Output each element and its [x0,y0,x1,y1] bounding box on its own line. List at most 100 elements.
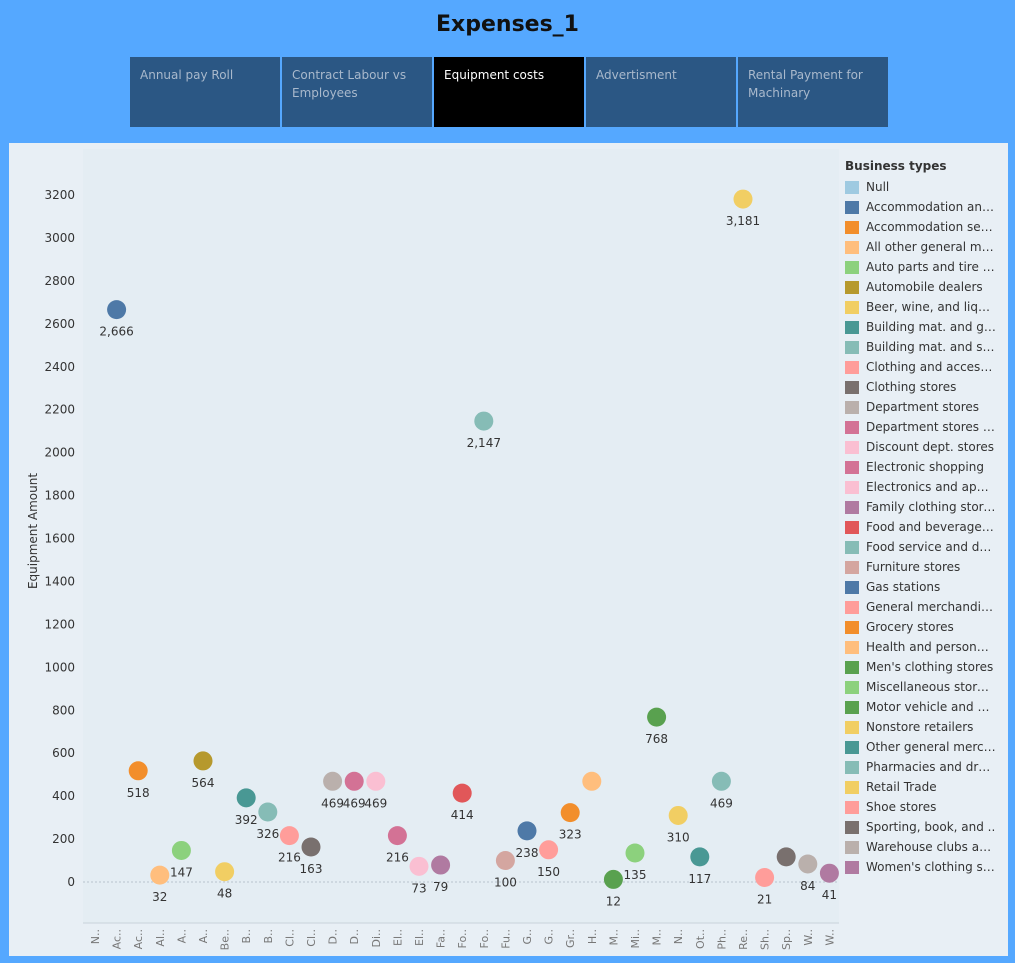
legend-swatch [845,720,859,734]
legend-item[interactable]: Shoe stores [845,797,1005,817]
data-point[interactable] [150,865,170,885]
data-point[interactable] [603,869,623,889]
legend-item[interactable]: Beer, wine, and liquo.. [845,297,1005,317]
data-point[interactable] [452,783,472,803]
legend-item[interactable]: Food and beverage st.. [845,517,1005,537]
data-point[interactable] [107,300,127,320]
data-point[interactable] [279,826,299,846]
legend-item[interactable]: Building mat. and gar.. [845,317,1005,337]
data-point[interactable] [733,189,753,209]
data-point[interactable] [798,854,818,874]
data-point[interactable] [819,863,839,883]
y-tick-label: 1400 [44,574,75,588]
legend-item[interactable]: Null [845,177,1005,197]
data-point[interactable] [690,847,710,867]
legend-item[interactable]: Department stores [845,397,1005,417]
legend-item[interactable]: Warehouse clubs and .. [845,837,1005,857]
x-tick-label: Gr.. [564,929,577,948]
legend-item[interactable]: All other general mer.. [845,237,1005,257]
legend-label: Nonstore retailers [866,720,974,734]
y-axis-title[interactable]: Equipment Amount [26,473,40,589]
legend-label: Building mat. and sup.. [866,340,996,354]
legend-item[interactable]: Discount dept. stores [845,437,1005,457]
y-tick-label: 2800 [44,274,75,288]
data-point[interactable] [344,771,364,791]
data-point[interactable] [539,840,559,860]
legend-label: Auto parts and tire st.. [866,260,996,274]
data-point[interactable] [215,862,235,882]
tab-equipment-costs[interactable]: Equipment costs [434,57,584,127]
data-point[interactable] [171,840,191,860]
legend-swatch [845,240,859,254]
y-tick-label: 2600 [44,317,75,331]
legend-item[interactable]: Retail Trade [845,777,1005,797]
legend-swatch [845,500,859,514]
legend-swatch [845,260,859,274]
data-point[interactable] [776,847,796,867]
legend-label: Sporting, book, and .. [866,820,996,834]
legend-item[interactable]: Furniture stores [845,557,1005,577]
data-point[interactable] [236,788,256,808]
data-point[interactable] [582,771,602,791]
data-point[interactable] [560,803,580,823]
data-point[interactable] [517,821,537,841]
legend-swatch [845,420,859,434]
legend-item[interactable]: Family clothing stores [845,497,1005,517]
tab-contract-labour-vs-employees[interactable]: Contract Labour vs Employees [282,57,432,127]
legend-label: Electronics and appli.. [866,480,996,494]
legend-item[interactable]: Grocery stores [845,617,1005,637]
legend-item[interactable]: Gas stations [845,577,1005,597]
legend-item[interactable]: Women's clothing sto.. [845,857,1005,877]
data-point[interactable] [755,867,775,887]
data-point[interactable] [366,771,386,791]
legend-item[interactable]: Food service and drin.. [845,537,1005,557]
legend-swatch [845,620,859,634]
tab-annual-pay-roll[interactable]: Annual pay Roll [130,57,280,127]
legend-item[interactable]: Men's clothing stores [845,657,1005,677]
legend-item[interactable]: Pharmacies and drug .. [845,757,1005,777]
tab-rental-payment-for-machinary[interactable]: Rental Payment for Machinary [738,57,888,127]
x-tick-label: H.. [586,929,599,944]
y-tick-label: 1000 [44,660,75,674]
data-point[interactable] [625,843,645,863]
data-point[interactable] [711,771,731,791]
legend-label: Gas stations [866,580,941,594]
legend-item[interactable]: Accommodation servi.. [845,217,1005,237]
data-point[interactable] [258,802,278,822]
legend-item[interactable]: Clothing and accesso.. [845,357,1005,377]
legend-item[interactable]: Health and personal c.. [845,637,1005,657]
data-label: 135 [624,868,647,882]
tab-advertisment[interactable]: Advertisment [586,57,736,127]
data-point[interactable] [647,707,667,727]
legend-item[interactable]: General merchandise .. [845,597,1005,617]
data-point[interactable] [431,855,451,875]
legend-item[interactable]: Auto parts and tire st.. [845,257,1005,277]
legend-item[interactable]: Building mat. and sup.. [845,337,1005,357]
data-point[interactable] [193,751,213,771]
data-point[interactable] [387,826,407,846]
legend-item[interactable]: Electronic shopping [845,457,1005,477]
data-label: 326 [256,827,279,841]
data-point[interactable] [323,771,343,791]
legend-item[interactable]: Accommodation and f.. [845,197,1005,217]
legend-item[interactable]: Automobile dealers [845,277,1005,297]
legend-item[interactable]: Electronics and appli.. [845,477,1005,497]
legend-item[interactable]: Clothing stores [845,377,1005,397]
x-tick-label: Sh.. [759,929,772,950]
legend-item[interactable]: Other general merch.. [845,737,1005,757]
data-point[interactable] [301,837,321,857]
legend-swatch [845,540,859,554]
data-label: 392 [235,813,258,827]
data-point[interactable] [474,411,494,431]
data-point[interactable] [668,805,688,825]
legend-item[interactable]: Department stores (e.. [845,417,1005,437]
x-tick-label: D.. [348,929,361,944]
legend-item[interactable]: Nonstore retailers [845,717,1005,737]
data-point[interactable] [128,761,148,781]
legend-item[interactable]: Miscellaneous store r.. [845,677,1005,697]
data-point[interactable] [409,856,429,876]
data-label: 469 [321,796,344,810]
data-point[interactable] [495,851,515,871]
legend-item[interactable]: Sporting, book, and .. [845,817,1005,837]
legend-item[interactable]: Motor vehicle and par.. [845,697,1005,717]
